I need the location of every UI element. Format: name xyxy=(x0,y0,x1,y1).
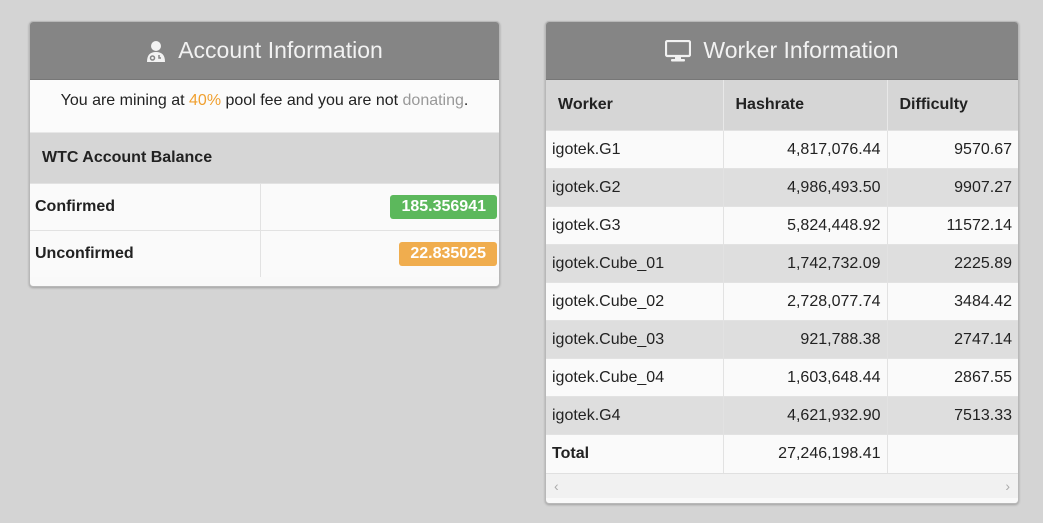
worker-name: igotek.G1 xyxy=(546,130,724,169)
worker-difficulty: 9907.27 xyxy=(887,168,1018,207)
worker-row: igotek.Cube_04 1,603,648.44 2867.55 xyxy=(546,358,1018,397)
worker-name: igotek.Cube_04 xyxy=(546,358,724,397)
worker-difficulty: 11572.14 xyxy=(887,206,1018,245)
fee-prefix: You are mining at xyxy=(60,92,190,109)
chevron-left-icon[interactable]: ‹ xyxy=(554,478,559,494)
account-information-panel: Account Information You are mining at 40… xyxy=(29,21,500,287)
horizontal-scrollbar[interactable]: ‹ › xyxy=(546,473,1018,498)
worker-row: igotek.Cube_02 2,728,077.74 3484.42 xyxy=(546,282,1018,321)
worker-difficulty: 2225.89 xyxy=(887,244,1018,283)
total-hashrate: 27,246,198.41 xyxy=(723,434,888,473)
worker-row: igotek.Cube_01 1,742,732.09 2225.89 xyxy=(546,244,1018,283)
worker-difficulty: 2867.55 xyxy=(887,358,1018,397)
balance-table: Confirmed 185.356941 Unconfirmed 22.8350… xyxy=(30,183,499,277)
unconfirmed-badge: 22.835025 xyxy=(399,242,497,266)
confirmed-row: Confirmed 185.356941 xyxy=(30,183,499,231)
account-panel-header: Account Information xyxy=(30,22,499,80)
worker-information-panel: Worker Information Worker Hashrate Diffi… xyxy=(545,21,1019,504)
column-hashrate[interactable]: Hashrate xyxy=(723,80,888,131)
column-worker[interactable]: Worker xyxy=(546,80,724,131)
worker-difficulty: 9570.67 xyxy=(887,130,1018,169)
worker-hashrate: 1,742,732.09 xyxy=(723,244,888,283)
confirmed-badge: 185.356941 xyxy=(390,195,497,219)
worker-name: igotek.G2 xyxy=(546,168,724,207)
worker-table: Worker Hashrate Difficulty igotek.G1 4,81… xyxy=(546,80,1018,473)
worker-hashrate: 5,824,448.92 xyxy=(723,206,888,245)
worker-difficulty: 7513.33 xyxy=(887,396,1018,435)
worker-row: igotek.G3 5,824,448.92 11572.14 xyxy=(546,206,1018,245)
chevron-right-icon[interactable]: › xyxy=(1005,478,1010,494)
balance-heading: WTC Account Balance xyxy=(30,132,499,183)
fee-percent: 40% xyxy=(189,92,222,109)
worker-row: igotek.G2 4,986,493.50 9907.27 xyxy=(546,168,1018,207)
worker-difficulty: 3484.42 xyxy=(887,282,1018,321)
worker-hashrate: 4,817,076.44 xyxy=(723,130,888,169)
fee-middle: pool fee and you are not xyxy=(221,92,403,109)
monitor-icon xyxy=(665,39,692,61)
worker-name: igotek.G4 xyxy=(546,396,724,435)
worker-panel-header: Worker Information xyxy=(546,22,1018,80)
worker-hashrate: 4,986,493.50 xyxy=(723,168,888,207)
worker-difficulty: 2747.14 xyxy=(887,320,1018,359)
worker-table-header: Worker Hashrate Difficulty xyxy=(546,80,1018,131)
worker-hashrate: 1,603,648.44 xyxy=(723,358,888,397)
donating-link[interactable]: donating xyxy=(403,92,464,109)
worker-name: igotek.Cube_01 xyxy=(546,244,724,283)
pool-fee-notice: You are mining at 40% pool fee and you a… xyxy=(30,80,499,132)
unconfirmed-label: Unconfirmed xyxy=(30,230,261,277)
user-icon xyxy=(147,40,166,62)
worker-hashrate: 2,728,077.74 xyxy=(723,282,888,321)
worker-panel-title: Worker Information xyxy=(703,37,899,63)
worker-hashrate: 921,788.38 xyxy=(723,320,888,359)
column-difficulty[interactable]: Difficulty xyxy=(887,80,1018,131)
worker-row: igotek.G1 4,817,076.44 9570.67 xyxy=(546,130,1018,169)
confirmed-label: Confirmed xyxy=(30,183,261,231)
worker-hashrate: 4,621,932.90 xyxy=(723,396,888,435)
worker-row: igotek.Cube_03 921,788.38 2747.14 xyxy=(546,320,1018,359)
total-label: Total xyxy=(546,434,724,473)
unconfirmed-row: Unconfirmed 22.835025 xyxy=(30,230,499,277)
account-panel-title: Account Information xyxy=(178,37,383,63)
worker-row: igotek.G4 4,621,932.90 7513.33 xyxy=(546,396,1018,435)
fee-suffix: . xyxy=(463,92,469,109)
worker-name: igotek.G3 xyxy=(546,206,724,245)
worker-name: igotek.Cube_03 xyxy=(546,320,724,359)
total-difficulty xyxy=(887,434,1018,473)
total-row: Total 27,246,198.41 xyxy=(546,434,1018,473)
worker-name: igotek.Cube_02 xyxy=(546,282,724,321)
